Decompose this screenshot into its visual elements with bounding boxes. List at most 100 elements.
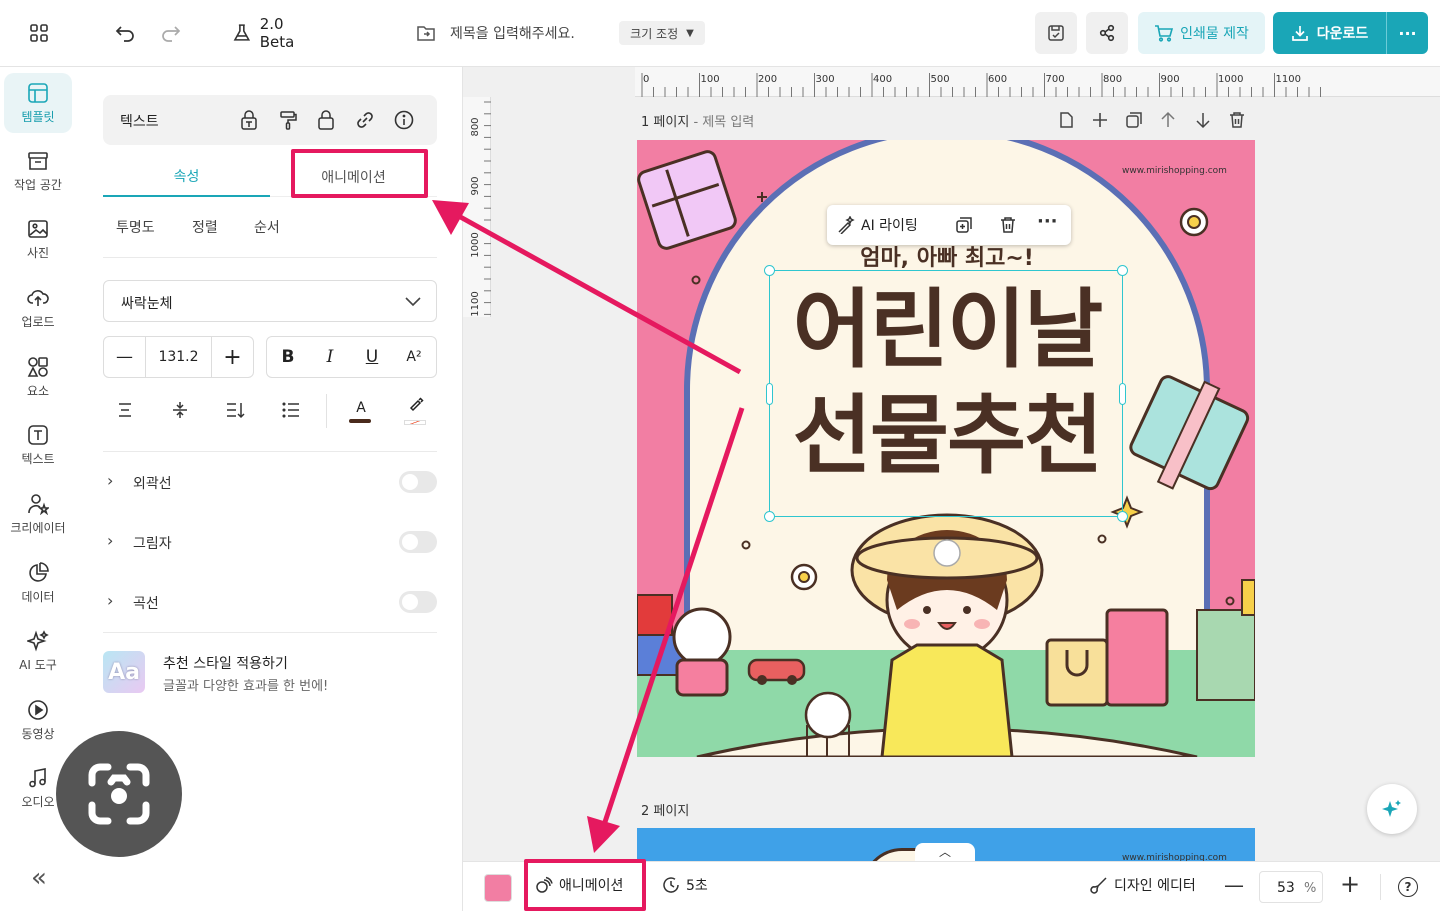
resize-handle[interactable] <box>764 511 775 522</box>
bold-button[interactable]: B <box>267 337 309 377</box>
subtab-opacity[interactable]: 투명도 <box>116 217 155 237</box>
zoom-in-button[interactable]: + <box>1340 870 1360 898</box>
duration-label: 5초 <box>686 878 708 894</box>
print-order-button[interactable]: 인쇄물 제작 <box>1138 12 1265 54</box>
share-button[interactable] <box>1086 12 1128 54</box>
background-color-swatch[interactable] <box>484 874 512 902</box>
sidebar-item-label: 데이터 <box>21 589 55 604</box>
sidebar-item-template[interactable]: 템플릿 <box>4 73 72 133</box>
plus-icon[interactable] <box>1091 111 1109 129</box>
resize-handle[interactable] <box>1117 265 1128 276</box>
decrease-size-button[interactable]: — <box>104 337 146 377</box>
copy-plus-icon[interactable] <box>955 216 973 234</box>
design-editor-button[interactable]: 디자인 에디터 <box>1090 875 1196 895</box>
ruler-label: 1100 <box>1276 74 1301 85</box>
design-editor-label: 디자인 에디터 <box>1114 878 1196 894</box>
horizontal-ruler: 0 100 200 300 400 500 600 700 800 900 1000 1100 <box>635 67 1440 97</box>
lock-icon[interactable] <box>317 110 335 130</box>
duplicate-icon[interactable] <box>1125 111 1143 129</box>
zoom-input[interactable]: 53 % <box>1259 871 1323 903</box>
promo-title: 추천 스타일 적용하기 <box>163 656 288 672</box>
sidebar-item-video[interactable]: 동영상 <box>4 690 72 750</box>
increase-size-button[interactable]: + <box>211 337 253 377</box>
screen-capture-button[interactable] <box>56 731 182 857</box>
tab-properties[interactable]: 속성 <box>103 157 270 197</box>
paint-roller-icon[interactable] <box>279 110 297 130</box>
sidebar-item-data[interactable]: 데이터 <box>4 553 72 613</box>
title-input[interactable]: 제목을 입력해주세요. <box>416 20 616 46</box>
lock-text-icon[interactable] <box>240 110 258 130</box>
collapse-sidebar-button[interactable]: « <box>24 863 54 893</box>
move-down-icon[interactable] <box>1194 111 1212 129</box>
canvas-area[interactable]: 0 100 200 300 400 500 600 700 800 900 1000 1100 800… <box>463 67 1440 861</box>
sidebar-item-photo[interactable]: 사진 <box>4 209 72 269</box>
add-page-icon[interactable] <box>1057 111 1075 129</box>
page-title[interactable]: - 제목 입력 <box>693 115 754 130</box>
option-outline[interactable]: › 외곽선 <box>103 467 437 497</box>
help-button[interactable]: ? <box>1398 877 1418 897</box>
bullet-list-icon[interactable] <box>282 401 300 419</box>
font-size-input[interactable]: 131.2 <box>146 337 211 377</box>
ruler-label: 700 <box>1046 74 1065 85</box>
duration-button[interactable]: 5초 <box>662 875 708 895</box>
resize-handle[interactable] <box>1117 511 1128 522</box>
ruler-ticks: 800 900 1000 1100 <box>470 101 491 317</box>
text-color-button[interactable]: A <box>349 397 373 429</box>
option-shadow[interactable]: › 그림자 <box>103 527 437 557</box>
expand-timeline-button[interactable]: ︿ <box>915 843 975 861</box>
recommended-style-promo[interactable]: Aa 추천 스타일 적용하기 글꼴과 다양한 효과를 한 번에! <box>103 647 437 697</box>
sidebar-item-elements[interactable]: 요소 <box>4 347 72 407</box>
underline-button[interactable]: U <box>351 337 393 377</box>
curve-toggle[interactable] <box>399 591 437 613</box>
sidebar-item-upload[interactable]: 업로드 <box>4 278 72 338</box>
grid-icon <box>30 24 48 42</box>
sidebar-item-creator[interactable]: 크리에이터 <box>4 484 72 544</box>
more-horizontal-icon[interactable]: ··· <box>1037 211 1058 232</box>
share-icon <box>1099 24 1115 42</box>
flask-icon <box>233 24 251 41</box>
ai-assistant-button[interactable] <box>1367 784 1417 834</box>
shadow-toggle[interactable] <box>399 531 437 553</box>
info-icon[interactable] <box>394 110 414 130</box>
selection-box[interactable] <box>769 270 1123 517</box>
highlight-color-button[interactable] <box>404 397 428 429</box>
link-icon[interactable] <box>355 111 375 129</box>
text-direction-icon[interactable] <box>225 401 245 419</box>
font-size-stepper[interactable]: — 131.2 + <box>103 336 254 378</box>
font-select[interactable]: 싸락눈체 <box>103 280 437 322</box>
italic-button[interactable]: I <box>309 337 351 377</box>
superscript-button[interactable]: A² <box>393 337 435 377</box>
apps-menu-button[interactable] <box>26 20 52 46</box>
resize-handle[interactable] <box>764 265 775 276</box>
page-1-label: 1 페이지 - 제목 입력 <box>641 111 754 130</box>
move-up-icon[interactable] <box>1159 111 1177 129</box>
resize-dropdown[interactable]: 크기 조정 ▼ <box>619 21 705 45</box>
more-options-button[interactable]: ··· <box>1386 12 1428 54</box>
sidebar-item-text[interactable]: 텍스트 <box>4 415 72 475</box>
ruler-label: 1000 <box>1218 74 1243 85</box>
element-context-toolbar: AI 라이팅 ··· <box>827 205 1071 245</box>
option-curve[interactable]: › 곡선 <box>103 587 437 617</box>
promo-description: 글꼴과 다양한 효과를 한 번에! <box>163 679 329 694</box>
beta-badge[interactable]: 2.0 Beta <box>232 15 322 51</box>
undo-button[interactable] <box>112 20 138 46</box>
sidebar-item-ai-tools[interactable]: AI 도구 <box>4 621 72 681</box>
resize-handle[interactable] <box>1119 383 1126 405</box>
line-spacing-icon[interactable] <box>116 401 134 419</box>
trash-icon[interactable] <box>1228 111 1246 129</box>
subtab-align[interactable]: 정렬 <box>192 217 218 237</box>
outline-toggle[interactable] <box>399 471 437 493</box>
delete-icon[interactable] <box>999 216 1017 234</box>
folder-icon <box>417 26 435 41</box>
save-status-button[interactable] <box>1035 12 1077 54</box>
download-button[interactable]: 다운로드 <box>1273 12 1386 54</box>
sidebar-item-workspace[interactable]: 작업 공간 <box>4 141 72 201</box>
vertical-align-icon[interactable] <box>171 401 189 419</box>
subtab-order[interactable]: 순서 <box>254 217 280 237</box>
print-label: 인쇄물 제작 <box>1180 26 1249 42</box>
zoom-out-button[interactable]: — <box>1224 873 1244 897</box>
resize-handle[interactable] <box>766 383 773 405</box>
ai-writing-button[interactable]: AI 라이팅 <box>837 215 918 235</box>
page-1[interactable]: www.mirishopping.com 엄마, 아빠 최고~! 어린이날 선물… <box>637 140 1255 757</box>
redo-button[interactable] <box>158 20 184 46</box>
